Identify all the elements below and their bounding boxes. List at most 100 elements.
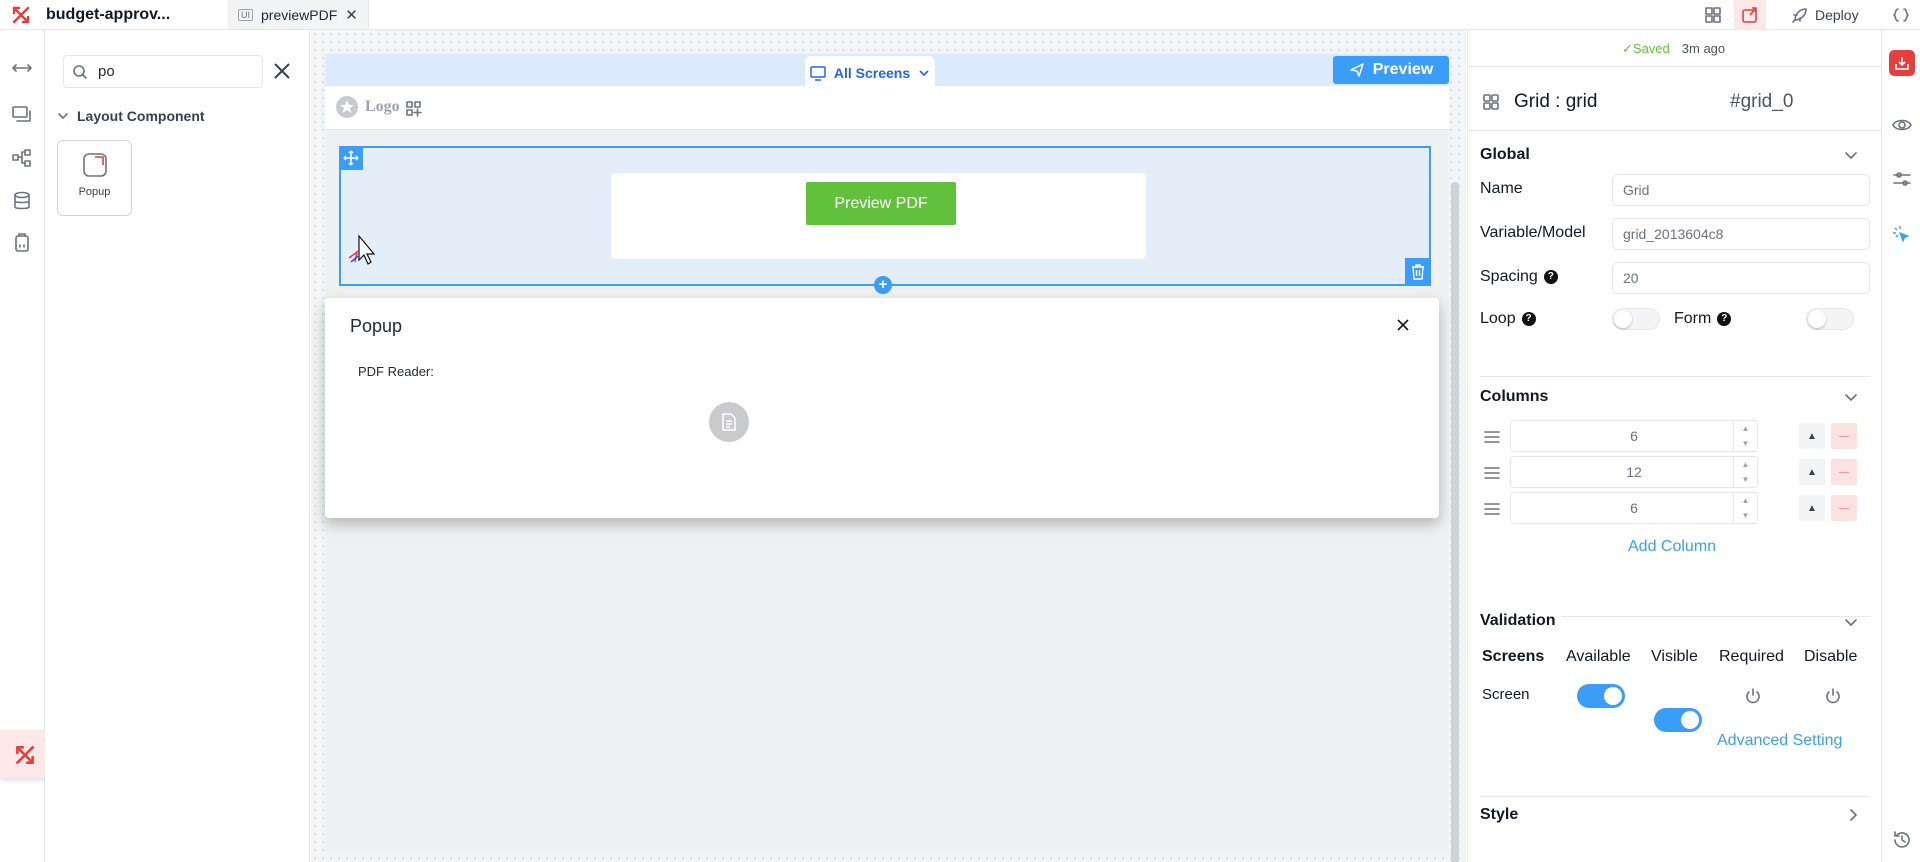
clipboard-icon[interactable]: [11, 233, 33, 253]
available-toggle[interactable]: [1577, 684, 1625, 708]
chevron-down-icon[interactable]: [1844, 390, 1858, 404]
rocket-icon: [1792, 8, 1807, 23]
remove-column-button[interactable]: —: [1831, 495, 1857, 521]
interaction-cursor-icon[interactable]: [1892, 225, 1912, 245]
screens-icon[interactable]: [11, 104, 33, 124]
deploy-button[interactable]: Deploy: [1791, 6, 1859, 24]
help-icon[interactable]: ?: [1717, 312, 1732, 326]
divider: [1480, 796, 1870, 797]
inbox-download-icon: [1895, 57, 1909, 70]
add-column-link[interactable]: Add Column: [1628, 538, 1716, 556]
share-button[interactable]: [1734, 0, 1766, 29]
history-icon[interactable]: [1892, 830, 1912, 850]
form-label: Form: [1674, 310, 1712, 327]
spacing-label-row: Spacing ?: [1480, 268, 1558, 286]
loop-label: Loop: [1480, 310, 1516, 327]
component-label: Popup: [78, 186, 111, 198]
validation-header-visible: Visible: [1651, 648, 1698, 665]
column-width-input[interactable]: 6 ▲ ▼: [1510, 492, 1758, 524]
assistant-button[interactable]: [0, 730, 50, 778]
remove-column-button[interactable]: —: [1831, 459, 1857, 485]
variable-input[interactable]: grid_2013604c8: [1612, 218, 1870, 250]
sliders-icon[interactable]: [1892, 170, 1912, 188]
power-icon[interactable]: [1824, 687, 1842, 705]
form-toggle[interactable]: [1806, 308, 1854, 330]
column-width-input[interactable]: 12 ▲ ▼: [1510, 456, 1758, 488]
move-handle[interactable]: [339, 146, 363, 170]
stepper-icon[interactable]: ▲ ▼: [1733, 457, 1757, 487]
logo[interactable]: Logo: [335, 95, 400, 119]
move-up-button[interactable]: ▲: [1799, 495, 1825, 521]
column-width-input[interactable]: 6 ▲ ▼: [1510, 420, 1758, 452]
app-logo-icon[interactable]: [10, 4, 32, 26]
help-icon[interactable]: ?: [1521, 312, 1536, 326]
drag-handle-icon[interactable]: [1484, 467, 1500, 479]
power-icon[interactable]: [1744, 687, 1762, 705]
visible-toggle[interactable]: [1654, 708, 1702, 732]
section-validation-title[interactable]: Validation: [1480, 612, 1562, 630]
send-icon: [1350, 63, 1364, 77]
section-columns-title[interactable]: Columns: [1480, 388, 1548, 406]
close-icon[interactable]: [1396, 318, 1410, 332]
popup-title: Popup: [350, 316, 403, 336]
stepper-icon[interactable]: ▲ ▼: [1733, 421, 1757, 451]
chevron-right-icon[interactable]: [1846, 808, 1860, 822]
spacing-label: Spacing: [1480, 268, 1538, 285]
chevron-down-icon[interactable]: [1844, 615, 1858, 629]
drag-handle-icon[interactable]: [1484, 503, 1500, 515]
stepper-icon[interactable]: ▲ ▼: [1733, 493, 1757, 523]
code-icon[interactable]: [1892, 6, 1910, 24]
grid-component[interactable]: Preview PDF +: [339, 146, 1431, 294]
component-search[interactable]: po: [63, 55, 263, 88]
close-tab-icon[interactable]: ✕: [345, 6, 358, 24]
move-up-button[interactable]: ▲: [1799, 423, 1825, 449]
project-name[interactable]: budget-approv...: [46, 6, 170, 24]
clear-search-icon[interactable]: [272, 61, 292, 81]
trash-icon: [1412, 264, 1424, 280]
eye-icon[interactable]: [1892, 117, 1912, 133]
spacing-input[interactable]: 20: [1612, 262, 1870, 294]
form-label-row: Form ?: [1674, 310, 1732, 328]
advanced-setting-link[interactable]: Advanced Setting: [1717, 732, 1842, 750]
button-container: Preview PDF: [611, 173, 1146, 259]
add-widget-icon[interactable]: [405, 100, 423, 118]
workflow-icon[interactable]: [11, 148, 33, 168]
loop-label-row: Loop ?: [1480, 310, 1536, 328]
popup-component[interactable]: Popup PDF Reader:: [325, 298, 1439, 518]
category-layout[interactable]: Layout Component: [57, 108, 205, 124]
saved-time: 3m ago: [1681, 41, 1726, 56]
name-input[interactable]: Grid: [1612, 174, 1870, 206]
preview-button[interactable]: Preview: [1333, 56, 1449, 84]
screen-row-label: Screen: [1482, 686, 1530, 703]
popup-icon: [82, 153, 107, 177]
component-id: #grid_0: [1730, 91, 1794, 112]
top-bar: budget-approv... UI previewPDF ✕ Deploy: [0, 0, 1920, 30]
tab-previewpdf[interactable]: UI previewPDF ✕: [228, 0, 369, 29]
chevron-down-icon[interactable]: [1844, 148, 1858, 162]
validation-header-screens: Screens: [1482, 648, 1545, 665]
canvas-scrollbar[interactable]: [1451, 182, 1459, 862]
remove-column-button[interactable]: —: [1831, 423, 1857, 449]
inbox-button[interactable]: [1889, 50, 1915, 76]
preview-pdf-button[interactable]: Preview PDF: [806, 182, 956, 225]
section-style-title[interactable]: Style: [1480, 806, 1518, 824]
design-canvas[interactable]: All Screens Preview Logo Preview PDF + P…: [311, 30, 1466, 862]
search-input[interactable]: po: [98, 63, 115, 80]
database-icon[interactable]: [11, 191, 33, 211]
all-screens-dropdown[interactable]: All Screens: [805, 56, 935, 90]
loop-toggle[interactable]: [1612, 308, 1660, 330]
validation-header-disable: Disable: [1804, 648, 1858, 665]
preview-label: Preview: [1372, 61, 1434, 78]
add-row-icon[interactable]: +: [874, 276, 892, 294]
cursor-icon: [348, 234, 376, 265]
drag-handle-icon[interactable]: [1484, 431, 1500, 443]
move-up-button[interactable]: ▲: [1799, 459, 1825, 485]
pdf-placeholder: [709, 402, 749, 442]
section-global-title[interactable]: Global: [1480, 146, 1530, 164]
help-icon[interactable]: ?: [1543, 270, 1558, 284]
resize-horizontal-icon[interactable]: [11, 60, 33, 76]
delete-button[interactable]: [1405, 258, 1431, 286]
component-popup[interactable]: Popup: [57, 140, 132, 216]
chevron-down-icon: [919, 70, 929, 77]
layout-grid-icon[interactable]: [1704, 6, 1722, 24]
